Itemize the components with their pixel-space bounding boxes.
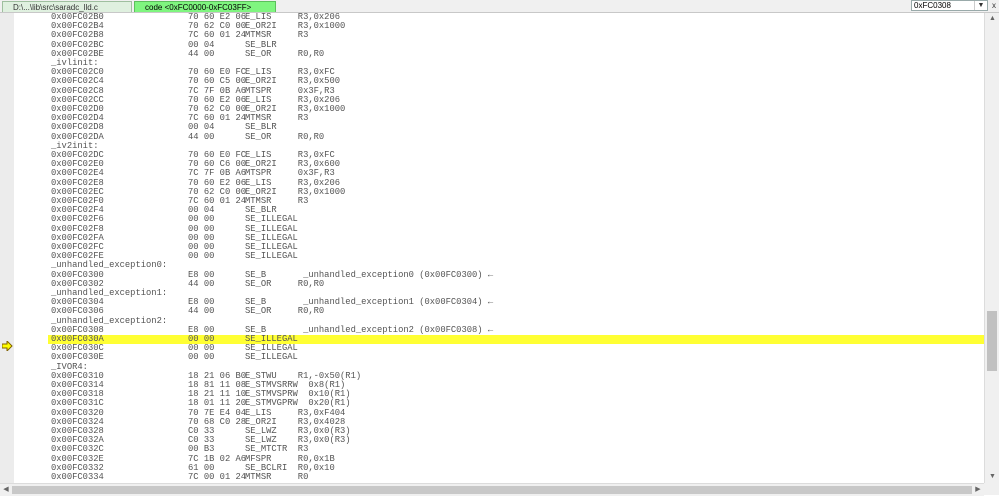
opcode-bytes: 44 00 <box>188 48 215 59</box>
chevron-down-icon[interactable]: ▼ <box>974 1 987 10</box>
code-line[interactable]: 0x00FC0302 44 00 SE_OR R0,R0 <box>48 278 984 289</box>
code-line[interactable]: 0x00FC030E 00 00 SE_ILLEGAL <box>48 353 984 362</box>
address-combobox[interactable]: ▼ <box>911 0 988 11</box>
opcode-bytes: 44 00 <box>188 278 215 289</box>
opcode-bytes: 00 00 <box>188 352 215 363</box>
vertical-scroll-thumb[interactable] <box>987 311 997 371</box>
instruction: MTMSR R0 <box>245 472 309 482</box>
editor-tab-bar: D:\...\lib\src\saradc_lld.c code <0xFC00… <box>0 0 999 13</box>
opcode-bytes: 00 00 <box>188 251 215 262</box>
address: 0x00FC0334 <box>51 472 104 482</box>
instruction: SE_OR R0,R0 <box>245 306 325 317</box>
tab-disassembly-code[interactable]: code <0xFC0000-0xFC03FF> <box>134 1 276 12</box>
code-line[interactable]: 0x00FC0306 44 00 SE_OR R0,R0 <box>48 307 984 316</box>
horizontal-scroll-thumb[interactable] <box>12 486 972 494</box>
instruction: SE_ILLEGAL <box>245 251 298 262</box>
vertical-scrollbar[interactable]: ▲ ▼ <box>984 13 999 483</box>
tab-source-file[interactable]: D:\...\lib\src\saradc_lld.c <box>2 1 132 12</box>
scroll-left-icon[interactable]: ◀ <box>0 484 12 496</box>
instruction: SE_OR R0,R0 <box>245 278 325 289</box>
scrollbar-corner <box>984 483 999 495</box>
opcode-bytes: 44 00 <box>188 306 215 317</box>
breakpoint-gutter[interactable] <box>0 13 14 483</box>
instruction: SE_ILLEGAL <box>245 352 298 363</box>
code-line[interactable]: 0x00FC02DA 44 00 SE_OR R0,R0 <box>48 131 984 142</box>
code-line[interactable]: 0x00FC02FE 00 00 SE_ILLEGAL <box>48 251 984 262</box>
current-pc-arrow-icon <box>2 341 13 351</box>
code-line[interactable]: 0x00FC02BE 44 00 SE_OR R0,R0 <box>48 48 984 59</box>
instruction: SE_OR R0,R0 <box>245 48 325 59</box>
disassembly-view[interactable]: 0x00FC02B0 70 60 E2 06 E_LIS R3,0x206 0x00F… <box>48 13 984 483</box>
close-icon[interactable]: x <box>989 0 999 11</box>
scroll-right-icon[interactable]: ▶ <box>972 484 984 496</box>
address-input[interactable] <box>914 1 972 10</box>
code-line[interactable]: 0x00FC0334 7C 00 01 24 MTMSR R0 <box>48 472 984 482</box>
horizontal-scrollbar[interactable]: ◀ ▶ <box>0 483 984 496</box>
scroll-down-icon[interactable]: ▼ <box>985 471 999 483</box>
instruction: SE_OR R0,R0 <box>245 131 325 142</box>
opcode-bytes: 44 00 <box>188 131 215 142</box>
opcode-bytes: 7C 00 01 24 <box>188 472 247 482</box>
scroll-up-icon[interactable]: ▲ <box>985 13 999 25</box>
